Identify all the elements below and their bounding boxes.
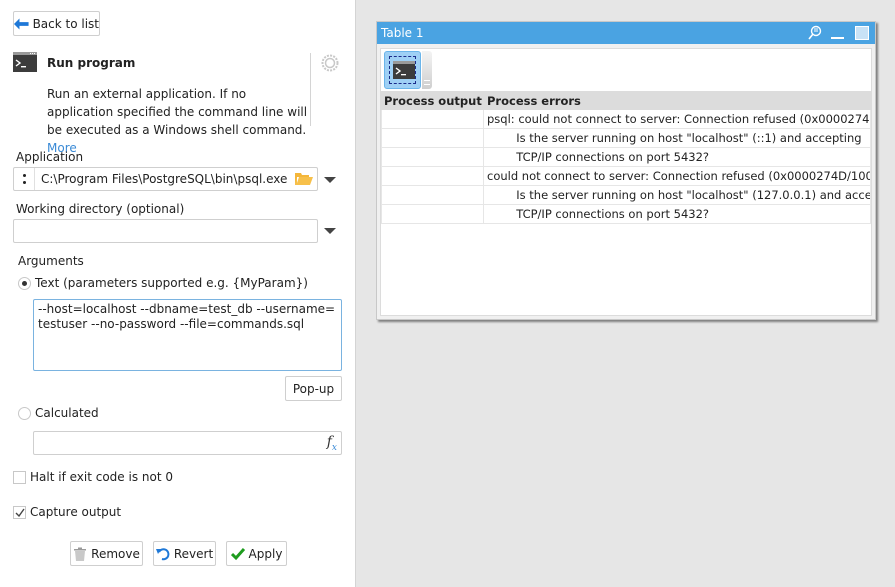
arguments-label: Arguments	[18, 254, 84, 268]
process-output-cell	[381, 129, 484, 147]
halt-on-exit-code-label: Halt if exit code is not 0	[30, 470, 173, 484]
function-fx-icon[interactable]: fx	[327, 434, 337, 453]
remove-label: Remove	[91, 546, 140, 561]
application-field[interactable]: C:\Program Files\PostgreSQL\bin\psql.exe	[13, 167, 318, 191]
checkmark-icon	[15, 508, 25, 517]
process-errors-cell: Is the server running on host "localhost…	[484, 186, 871, 204]
configuration-panel: Back to list Run program Run an external…	[0, 0, 356, 587]
gear-icon[interactable]	[321, 54, 339, 72]
drag-handle-icon[interactable]	[14, 168, 35, 190]
table-window-titlebar[interactable]: Table 1	[377, 22, 875, 44]
back-to-list-label: Back to list	[32, 16, 99, 31]
table-row: psql: could not connect to server: Conne…	[381, 110, 871, 129]
halt-on-exit-code-checkbox[interactable]	[13, 471, 26, 484]
process-output-cell	[381, 148, 484, 166]
table-window-title: Table 1	[381, 26, 424, 40]
calculated-arguments-label: Calculated	[35, 406, 99, 420]
apply-label: Apply	[248, 546, 283, 561]
process-output-cell	[381, 167, 484, 185]
capture-output-checkbox[interactable]	[13, 506, 26, 519]
table-window-body: Process output Process errors psql: coul…	[380, 48, 872, 316]
view-dropdown-button[interactable]	[422, 51, 432, 89]
remove-button[interactable]: Remove	[70, 541, 143, 566]
apply-button[interactable]: Apply	[226, 541, 287, 566]
working-directory-input[interactable]	[13, 219, 318, 243]
process-errors-cell: Is the server running on host "localhost…	[484, 129, 871, 147]
trash-icon	[74, 547, 87, 561]
revert-button[interactable]: Revert	[153, 541, 216, 566]
process-output-cell	[381, 110, 484, 128]
process-errors-cell: TCP/IP connections on port 5432?	[484, 148, 871, 166]
calculated-expression-input[interactable]: fx	[33, 431, 342, 455]
terminal-view-button[interactable]	[384, 51, 421, 89]
column-header-process-errors[interactable]: Process errors	[484, 94, 871, 108]
header-divider	[310, 53, 311, 126]
description-text: Run an external application. If no appli…	[47, 87, 308, 137]
output-table: Process output Process errors psql: coul…	[381, 91, 871, 224]
working-directory-dropdown-icon[interactable]	[324, 228, 336, 234]
revert-label: Revert	[173, 546, 214, 561]
process-errors-cell: TCP/IP connections on port 5432?	[484, 205, 871, 223]
application-label: Application	[16, 150, 84, 164]
minimize-icon[interactable]	[831, 37, 844, 39]
table-row: TCP/IP connections on port 5432?	[381, 205, 871, 224]
calculated-arguments-radio[interactable]	[18, 407, 31, 420]
application-dropdown-icon[interactable]	[324, 177, 336, 183]
checkmark-icon	[230, 547, 245, 560]
arrow-left-icon	[14, 18, 29, 29]
table-header: Process output Process errors	[381, 91, 871, 110]
capture-output-label: Capture output	[30, 505, 122, 519]
application-value[interactable]: C:\Program Files\PostgreSQL\bin\psql.exe	[35, 172, 295, 186]
table-row: could not connect to server: Connection …	[381, 167, 871, 186]
action-title: Run program	[47, 56, 136, 70]
table-row: Is the server running on host "localhost…	[381, 129, 871, 148]
table-row: Is the server running on host "localhost…	[381, 186, 871, 205]
terminal-icon	[393, 61, 415, 79]
text-arguments-label: Text (parameters supported e.g. {MyParam…	[35, 276, 308, 290]
column-header-process-output[interactable]: Process output	[381, 94, 484, 108]
arguments-textarea[interactable]: --host=localhost --dbname=test_db --user…	[33, 299, 342, 371]
process-errors-cell: psql: could not connect to server: Conne…	[484, 110, 871, 128]
undo-icon	[155, 547, 170, 560]
back-to-list-button[interactable]: Back to list	[13, 11, 100, 36]
pin-icon[interactable]	[807, 25, 823, 41]
working-directory-label: Working directory (optional)	[16, 202, 185, 216]
text-arguments-radio[interactable]	[18, 277, 31, 290]
process-output-cell	[381, 205, 484, 223]
process-output-cell	[381, 186, 484, 204]
maximize-icon[interactable]	[855, 26, 869, 40]
terminal-icon	[13, 52, 37, 72]
table-window: Table 1 Process output Process errors ps…	[376, 21, 876, 320]
folder-open-icon[interactable]	[295, 172, 313, 186]
action-description: Run an external application. If no appli…	[47, 85, 309, 157]
table-row: TCP/IP connections on port 5432?	[381, 148, 871, 167]
process-errors-cell: could not connect to server: Connection …	[484, 167, 871, 185]
popup-button[interactable]: Pop-up	[285, 376, 342, 401]
